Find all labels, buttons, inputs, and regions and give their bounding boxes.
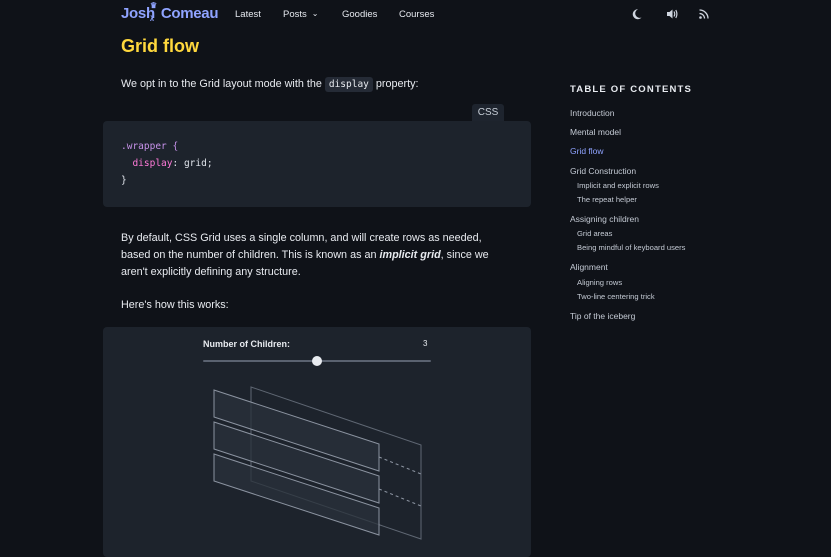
implicit-grid-emphasis: implicit grid — [379, 249, 441, 261]
nav-latest[interactable]: Latest — [235, 9, 261, 20]
lambda-icon: λ — [150, 16, 154, 23]
toc-item[interactable]: Aligning rows — [577, 278, 622, 287]
intro-text-before: We opt in to the Grid layout mode with t… — [121, 78, 322, 90]
implicit-grid-paragraph: By default, CSS Grid uses a single colum… — [121, 230, 521, 281]
code-line-2: display: grid; — [121, 158, 213, 169]
toc-item[interactable]: Grid flow — [570, 146, 604, 156]
grid-demo: Number of Children: 3 — [103, 327, 531, 557]
toc-item[interactable]: Grid Construction — [570, 166, 636, 176]
rss-icon[interactable] — [697, 7, 711, 21]
toc-item[interactable]: Tip of the iceberg — [570, 311, 635, 321]
para-line-1: By default, CSS Grid uses a single colum… — [121, 232, 482, 244]
logo-last-name: Comeau — [160, 5, 219, 22]
crown-icon: ♛ — [150, 1, 157, 10]
code-language-tab: CSS — [472, 104, 504, 121]
toc-item[interactable]: Introduction — [570, 108, 614, 118]
para-line-2-end: , since we — [440, 249, 489, 261]
how-it-works-paragraph: Here's how this works: — [121, 299, 229, 311]
code-property: display — [132, 158, 173, 169]
nav-goodies[interactable]: Goodies — [342, 9, 377, 20]
toc-item[interactable]: The repeat helper — [577, 195, 637, 204]
code-line-3: } — [121, 175, 127, 186]
speaker-icon[interactable] — [665, 7, 679, 21]
code-value: : grid; — [172, 158, 213, 169]
grid-illustration — [213, 386, 422, 540]
nav-posts[interactable]: Posts ⌄ — [283, 9, 318, 20]
nav-posts-label: Posts — [283, 9, 307, 20]
intro-paragraph: We opt in to the Grid layout mode with t… — [121, 76, 521, 93]
toc-item[interactable]: Two-line centering trick — [577, 292, 655, 301]
toc-item[interactable]: Implicit and explicit rows — [577, 181, 659, 190]
para-line-3: aren't explicitly defining any structure… — [121, 266, 301, 278]
code-selector: .wrapper { — [121, 141, 179, 152]
intro-text-after: property: — [375, 78, 419, 90]
nav-courses[interactable]: Courses — [399, 9, 434, 20]
toc-item[interactable]: Being mindful of keyboard users — [577, 243, 685, 252]
section-heading: Grid flow — [121, 36, 199, 56]
toc-title: TABLE OF CONTENTS — [570, 84, 693, 95]
toc-item[interactable]: Assigning children — [570, 214, 639, 224]
code-line-1: .wrapper { — [121, 141, 178, 152]
site-header: Josh ♛ λ Comeau Latest Posts ⌄ Goodies Cours… — [0, 0, 831, 30]
site-logo[interactable]: Josh ♛ λ Comeau — [121, 1, 219, 23]
chevron-down-icon: ⌄ — [311, 9, 319, 18]
code-block: .wrapper { display: grid; } — [103, 121, 531, 207]
toc-item[interactable]: Alignment — [570, 262, 608, 272]
moon-icon[interactable] — [632, 7, 646, 21]
para-line-2: based on the number of children. This is… — [121, 249, 377, 261]
inline-code-display: display — [324, 77, 373, 92]
toc-item[interactable]: Grid areas — [577, 229, 612, 238]
toc-item[interactable]: Mental model — [570, 127, 621, 137]
